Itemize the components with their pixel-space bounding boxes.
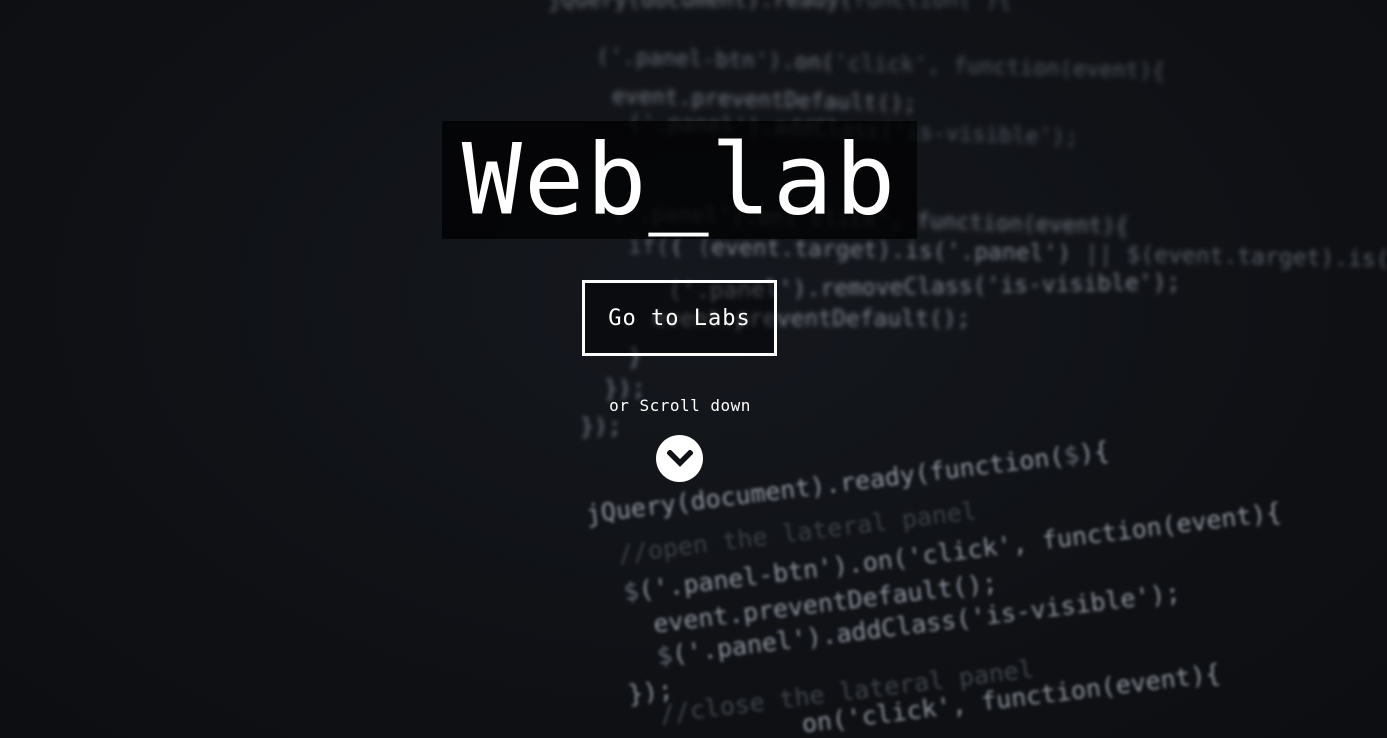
chevron-down-icon (666, 449, 693, 467)
go-to-labs-button[interactable]: Go to Labs (582, 280, 777, 356)
hero-section: Web_lab Go to Labs or Scroll down (0, 0, 1387, 738)
title-box: Web_lab (442, 121, 917, 239)
site-title: Web_lab (461, 122, 898, 237)
scroll-down-button[interactable] (656, 435, 703, 482)
scroll-hint: or Scroll down (609, 396, 751, 415)
